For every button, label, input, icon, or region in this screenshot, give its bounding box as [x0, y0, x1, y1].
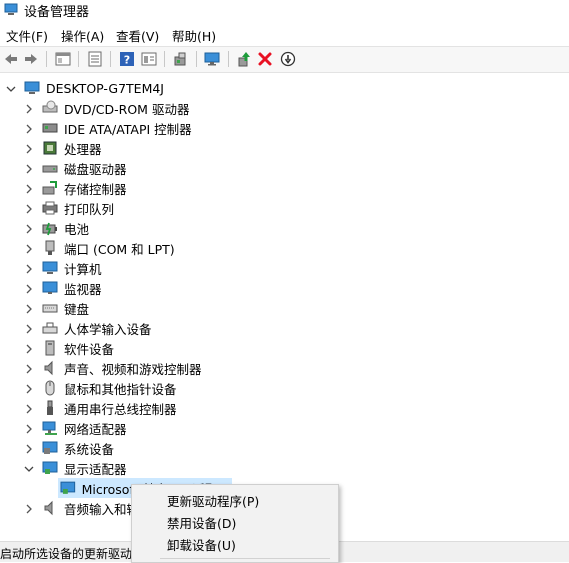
tree-item-computer[interactable]: 计算机	[24, 258, 102, 278]
title-bar: 设备管理器	[0, 0, 569, 20]
chevron-right-icon[interactable]	[24, 123, 34, 134]
disk-drive-icon	[42, 160, 58, 176]
update-driver-icon[interactable]	[235, 50, 253, 68]
chevron-right-icon[interactable]	[24, 203, 34, 214]
chevron-right-icon[interactable]	[24, 243, 34, 254]
chevron-right-icon[interactable]	[24, 323, 34, 334]
tree-item-battery[interactable]: 电池	[24, 218, 89, 238]
usb-icon	[42, 400, 58, 416]
chevron-right-icon[interactable]	[24, 343, 34, 354]
monitor-icon[interactable]	[203, 50, 221, 68]
computer-icon	[42, 260, 58, 276]
chevron-right-icon[interactable]	[24, 283, 34, 294]
monitor-icon	[42, 280, 58, 296]
network-adapter-icon	[42, 420, 58, 436]
root-label: DESKTOP-G7TEM4J	[46, 80, 164, 96]
device-manager-app-icon	[4, 2, 18, 16]
chevron-right-icon[interactable]	[24, 263, 34, 274]
chevron-right-icon[interactable]	[24, 503, 34, 514]
tree-item-ide[interactable]: IDE ATA/ATAPI 控制器	[24, 118, 192, 138]
chevron-right-icon[interactable]	[24, 183, 34, 194]
tree-item-sound[interactable]: 声音、视频和游戏控制器	[24, 358, 202, 378]
chevron-down-icon[interactable]	[24, 463, 34, 473]
port-icon	[42, 240, 58, 256]
software-device-icon	[42, 340, 58, 356]
keyboard-icon	[42, 300, 58, 316]
tree-item-storage[interactable]: 存储控制器	[24, 178, 127, 198]
scan-hardware-icon[interactable]	[172, 50, 190, 68]
tree-item-monitor[interactable]: 监视器	[24, 278, 102, 298]
help-icon[interactable]: ?	[118, 50, 136, 68]
tree-item-usb[interactable]: 通用串行总线控制器	[24, 398, 177, 418]
chevron-right-icon[interactable]	[24, 303, 34, 314]
context-menu: 更新驱动程序(P) 禁用设备(D) 卸载设备(U)	[131, 484, 339, 563]
menu-view[interactable]: 查看(V)	[116, 26, 159, 45]
display-adapter-icon	[60, 480, 76, 496]
chevron-right-icon[interactable]	[24, 443, 34, 454]
chevron-right-icon[interactable]	[24, 423, 34, 434]
chevron-right-icon[interactable]	[24, 223, 34, 234]
menu-item-uninstall-device[interactable]: 卸载设备(U)	[167, 535, 236, 554]
menu-help[interactable]: 帮助(H)	[172, 26, 216, 45]
menu-bar: 文件(F) 操作(A) 查看(V) 帮助(H)	[0, 24, 569, 44]
window-title: 设备管理器	[24, 5, 90, 20]
tree-item-keyboard[interactable]: 键盘	[24, 298, 89, 318]
chevron-down-icon[interactable]	[6, 83, 16, 93]
svg-text:?: ?	[124, 54, 130, 67]
storage-controller-icon	[42, 180, 58, 196]
display-adapter-icon	[42, 460, 58, 476]
tree-item-disk[interactable]: 磁盘驱动器	[24, 158, 127, 178]
printer-icon	[42, 200, 58, 216]
tree-item-network[interactable]: 网络适配器	[24, 418, 127, 438]
forward-arrow-icon[interactable]	[22, 50, 40, 68]
device-tree: DESKTOP-G7TEM4J DVD/CD-ROM 驱动器 IDE ATA/A…	[0, 78, 569, 538]
chevron-right-icon[interactable]	[24, 143, 34, 154]
toolbar: ?	[0, 46, 569, 73]
hid-icon	[42, 320, 58, 336]
speaker-icon	[42, 500, 58, 516]
tree-item-print-queue[interactable]: 打印队列	[24, 198, 114, 218]
tree-root[interactable]: DESKTOP-G7TEM4J	[6, 78, 164, 98]
chevron-right-icon[interactable]	[24, 383, 34, 394]
tree-item-hid[interactable]: 人体学输入设备	[24, 318, 152, 338]
tree-item-processor[interactable]: 处理器	[24, 138, 102, 158]
tree-item-software-devices[interactable]: 软件设备	[24, 338, 114, 358]
battery-icon	[42, 220, 58, 236]
tree-item-ports[interactable]: 端口 (COM 和 LPT)	[24, 238, 175, 258]
speaker-icon	[42, 360, 58, 376]
list-view-icon[interactable]	[86, 50, 104, 68]
menu-item-disable-device[interactable]: 禁用设备(D)	[167, 513, 236, 532]
tree-item-mouse[interactable]: 鼠标和其他指针设备	[24, 378, 177, 398]
chevron-right-icon[interactable]	[24, 363, 34, 374]
tree-item-display-adapters[interactable]: 显示适配器	[24, 458, 127, 478]
chevron-right-icon[interactable]	[24, 103, 34, 114]
menu-file[interactable]: 文件(F)	[6, 26, 48, 45]
ide-controller-icon	[42, 120, 58, 136]
menu-item-update-driver[interactable]: 更新驱动程序(P)	[167, 491, 259, 510]
chevron-right-icon[interactable]	[24, 163, 34, 174]
system-device-icon	[42, 440, 58, 456]
computer-icon	[24, 80, 40, 96]
menu-action[interactable]: 操作(A)	[61, 26, 104, 45]
disable-icon[interactable]	[279, 50, 297, 68]
back-arrow-icon[interactable]	[2, 50, 20, 68]
properties-panel-icon[interactable]	[54, 50, 72, 68]
tree-item-dvd[interactable]: DVD/CD-ROM 驱动器	[24, 98, 189, 118]
menu-separator	[160, 558, 330, 559]
uninstall-icon[interactable]	[256, 50, 274, 68]
mouse-icon	[42, 380, 58, 396]
chevron-right-icon[interactable]	[24, 403, 34, 414]
processor-icon	[42, 140, 58, 156]
tree-item-system[interactable]: 系统设备	[24, 438, 114, 458]
dvd-drive-icon	[42, 100, 58, 116]
details-view-icon[interactable]	[140, 50, 158, 68]
